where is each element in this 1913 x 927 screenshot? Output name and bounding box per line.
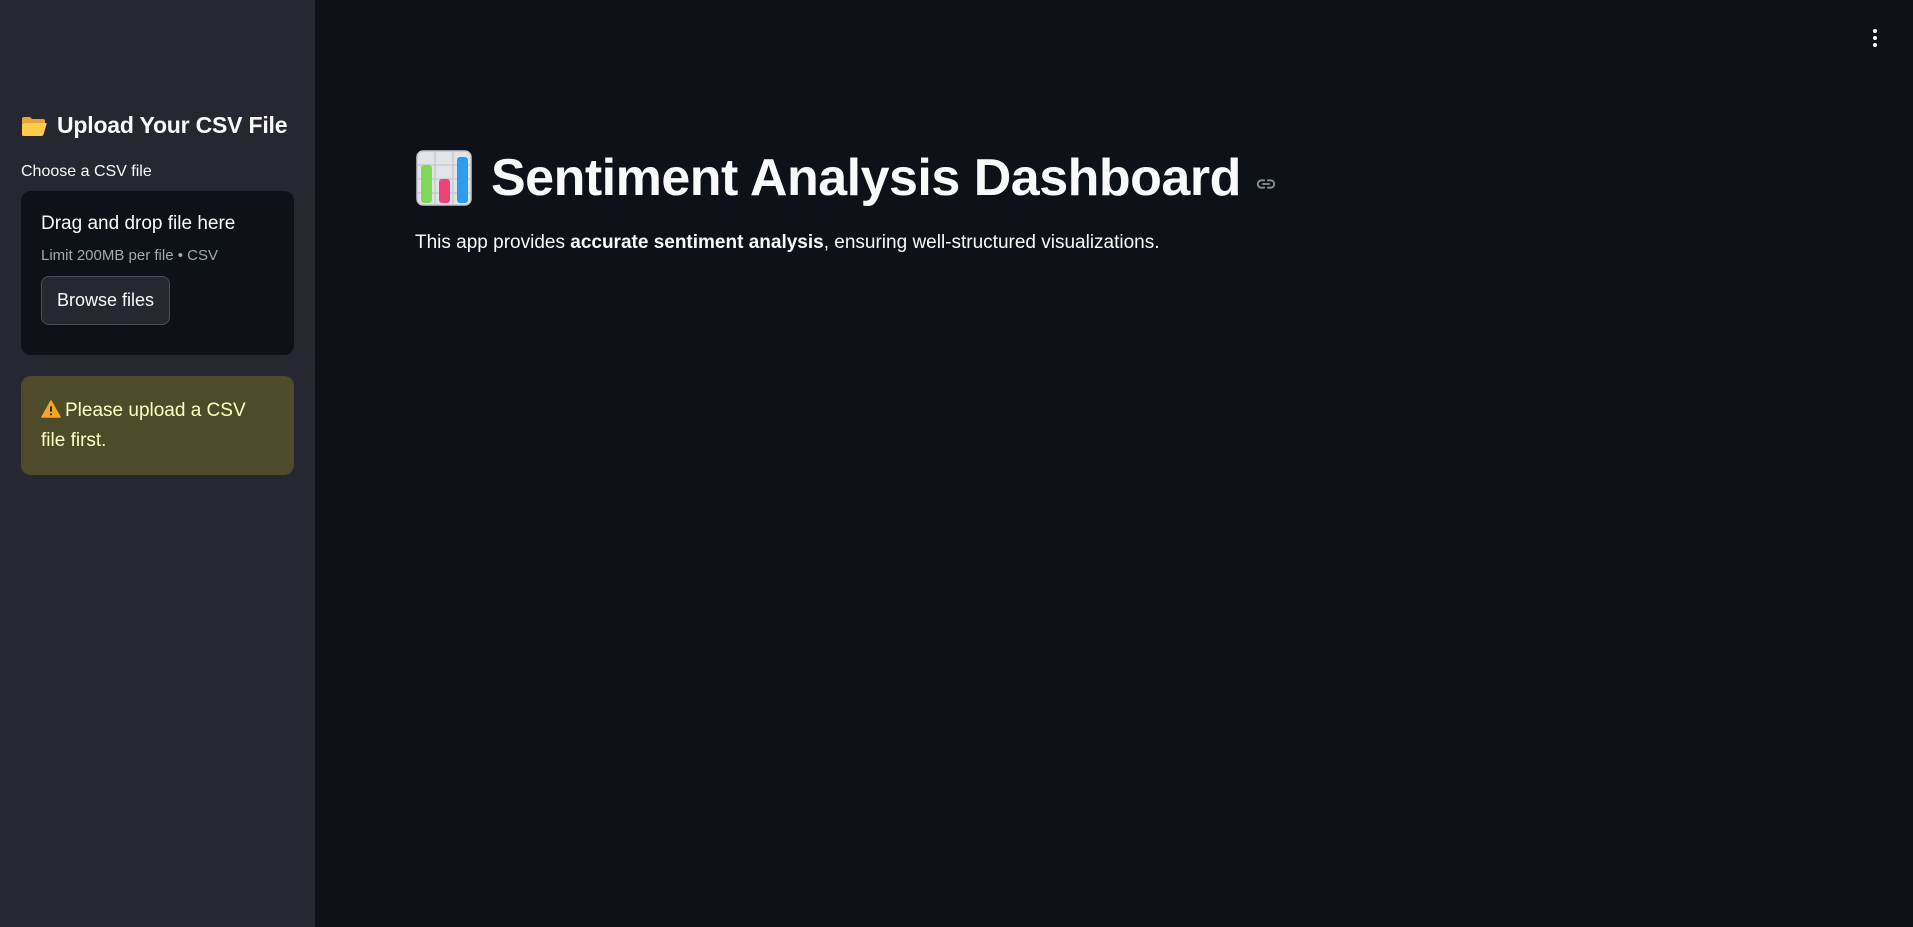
bar-chart-icon xyxy=(416,150,472,206)
page-description: This app provides accurate sentiment ana… xyxy=(415,232,1913,254)
sidebar-header: Upload Your CSV File xyxy=(21,112,294,139)
app-root: Upload Your CSV File Choose a CSV file D… xyxy=(0,0,1913,927)
description-bold: accurate sentiment analysis xyxy=(570,232,824,253)
link-icon[interactable] xyxy=(1255,173,1277,195)
description-start: This app provides xyxy=(415,232,571,253)
menu-dot xyxy=(1873,36,1877,40)
main-menu-button[interactable] xyxy=(1863,26,1887,50)
browse-files-button[interactable]: Browse files xyxy=(41,276,171,325)
file-dropzone[interactable]: Drag and drop file here Limit 200MB per … xyxy=(21,191,294,355)
warning-alert: Please upload a CSV file first. xyxy=(21,376,294,475)
dropzone-limit: Limit 200MB per file • CSV xyxy=(41,247,218,264)
sidebar: Upload Your CSV File Choose a CSV file D… xyxy=(0,0,315,927)
sidebar-header-text: Upload Your CSV File xyxy=(57,112,288,138)
warning-text: Please upload a CSV file first. xyxy=(41,400,246,451)
uploader-label: Choose a CSV file xyxy=(21,163,152,180)
vertical-dots-icon xyxy=(1873,29,1877,33)
warning-icon xyxy=(41,400,61,418)
dropzone-title: Drag and drop file here xyxy=(41,213,236,234)
menu-dot xyxy=(1873,43,1877,47)
folder-icon xyxy=(22,116,47,136)
description-end: , ensuring well-structured visualization… xyxy=(823,232,1160,253)
main-content: Sentiment Analysis Dashboard This app pr… xyxy=(315,0,1913,927)
page-title: Sentiment Analysis Dashboard xyxy=(491,149,1241,207)
title-row: Sentiment Analysis Dashboard xyxy=(415,148,1913,208)
